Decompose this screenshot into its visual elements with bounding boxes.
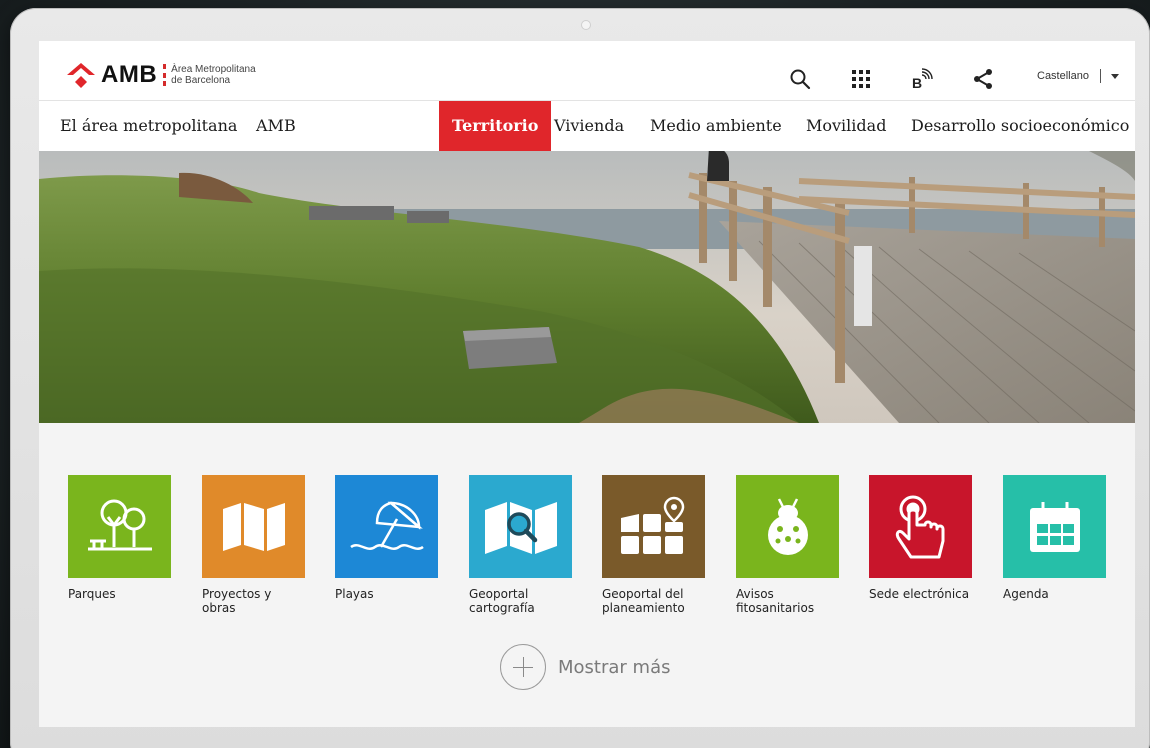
tile-label: Proyectos y obras [202, 587, 305, 615]
logo-wordmark: AMB [101, 61, 158, 88]
language-divider [1099, 69, 1101, 83]
plus-circle-icon [500, 644, 546, 690]
logo-subtitle-line2: de Barcelona [171, 75, 231, 86]
tile-geoportal-planeamiento[interactable]: Geoportal del planeamiento [602, 475, 705, 615]
quick-links-section: Parques Proyectos y obras Playas Geoport… [39, 423, 1135, 727]
camera-dot [581, 20, 591, 30]
tile-label: Geoportal del planeamiento [602, 587, 705, 615]
tile-label-line1: Geoportal [469, 587, 529, 601]
plan-location-icon [602, 475, 705, 578]
language-label: Castellano [1037, 70, 1089, 82]
nav-item-area-metropolitana[interactable]: El área metropolitana [60, 101, 237, 151]
tile-label-line2: obras [202, 601, 236, 615]
tile-agenda[interactable]: Agenda [1003, 475, 1106, 601]
tile-sede-electronica[interactable]: Sede electrónica [869, 475, 972, 601]
logo-separator [163, 64, 167, 86]
show-more-button[interactable]: Mostrar más [500, 644, 670, 690]
amb-logo[interactable]: AMB Àrea Metropolitana de Barcelona [65, 61, 256, 89]
map-folded-icon [202, 475, 305, 578]
nav-item-vivienda[interactable]: Vivienda [554, 101, 624, 151]
tile-label-line1: Sede electrónica [869, 587, 970, 601]
tile-geoportal-cartografia[interactable]: Geoportal cartografía [469, 475, 572, 615]
touch-hand-icon [869, 475, 972, 578]
tile-label-line2: cartografía [469, 601, 535, 615]
tile-proyectos-obras[interactable]: Proyectos y obras [202, 475, 305, 615]
top-header: AMB Àrea Metropolitana de Barcelona B Ca… [39, 41, 1135, 101]
header-tools: B [785, 65, 1029, 93]
tile-label-line2: fitosanitarios [736, 601, 815, 615]
hero-image [39, 151, 1135, 423]
tile-label: Geoportal cartografía [469, 587, 572, 615]
nav-item-desarrollo[interactable]: Desarrollo socioeconómico [911, 101, 1129, 151]
main-nav: El área metropolitana AMB Territorio Viv… [39, 101, 1135, 151]
tile-label-line1: Avisos [736, 587, 774, 601]
search-icon[interactable] [785, 65, 815, 93]
chevron-down-icon [1110, 73, 1119, 79]
braille-icon[interactable]: B [907, 65, 937, 93]
tile-label-line1: Agenda [1003, 587, 1049, 601]
tile-label-line2: planeamiento [602, 601, 685, 615]
tile-label: Parques [68, 587, 171, 601]
beach-umbrella-icon [335, 475, 438, 578]
tile-label: Avisos fitosanitarios [736, 587, 839, 615]
logo-subtitle-line1: Àrea Metropolitana [171, 64, 256, 75]
nav-item-medio-ambiente[interactable]: Medio ambiente [650, 101, 782, 151]
browser-screen: AMB Àrea Metropolitana de Barcelona B Ca… [39, 41, 1135, 727]
nav-item-territorio[interactable]: Territorio [439, 101, 552, 151]
tile-parques[interactable]: Parques [68, 475, 171, 601]
language-selector[interactable]: Castellano [1037, 69, 1119, 83]
tile-label-line1: Proyectos y [202, 587, 272, 601]
tile-playas[interactable]: Playas [335, 475, 438, 601]
park-trees-icon [68, 475, 171, 578]
svg-text:B: B [912, 75, 922, 91]
nav-item-movilidad[interactable]: Movilidad [806, 101, 886, 151]
amb-logo-icon [67, 63, 95, 88]
tile-label: Sede electrónica [869, 587, 972, 601]
apps-grid-icon[interactable] [846, 65, 876, 93]
map-search-icon [469, 475, 572, 578]
tile-label-line1: Geoportal del [602, 587, 684, 601]
ladybug-icon [736, 475, 839, 578]
nav-item-amb[interactable]: AMB [256, 101, 296, 151]
tile-label-line1: Playas [335, 587, 374, 601]
tile-label: Playas [335, 587, 438, 601]
tile-label-line1: Parques [68, 587, 116, 601]
show-more-label: Mostrar más [558, 656, 671, 678]
logo-subtitle: Àrea Metropolitana de Barcelona [171, 64, 256, 86]
tile-label: Agenda [1003, 587, 1106, 601]
calendar-icon [1003, 475, 1106, 578]
tile-avisos-fitosanitarios[interactable]: Avisos fitosanitarios [736, 475, 839, 615]
share-icon[interactable] [968, 65, 998, 93]
